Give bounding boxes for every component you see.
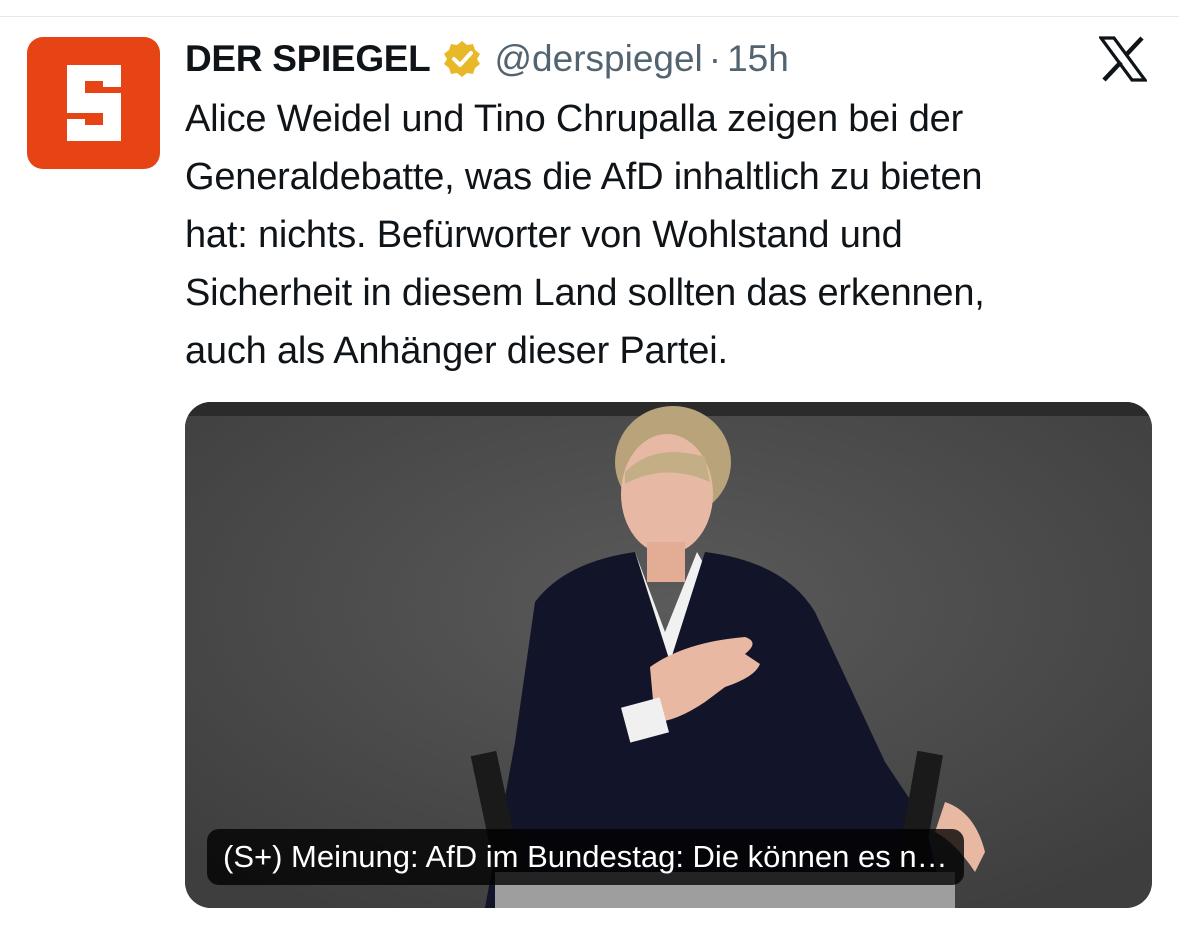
author-handle[interactable]: @derspiegel [494,38,702,80]
tweet-text-line: Generaldebatte, was die AfD inhaltlich z… [185,156,983,198]
link-card-caption: (S+) Meinung: AfD im Bundestag: Die könn… [207,829,964,885]
top-divider [0,16,1179,17]
tweet-header: DER SPIEGEL @derspiegel · 15h [185,32,789,86]
tweet-timestamp[interactable]: 15h [727,38,789,80]
tweet-text-line: Sicherheit in diesem Land sollten das er… [185,272,985,314]
x-logo-icon[interactable] [1099,36,1147,82]
tweet-text-line: Alice Weidel und Tino Chrupalla zeigen b… [185,98,964,140]
tweet-text-line: hat: nichts. Befürworter von Wohlstand u… [185,214,903,256]
meta-separator: · [708,38,722,79]
tweet-text: Alice Weidel und Tino Chrupalla zeigen b… [185,90,1165,380]
display-name[interactable]: DER SPIEGEL [185,38,431,80]
tweet-text-line: auch als Anhänger dieser Partei. [185,330,728,372]
avatar[interactable] [27,37,160,169]
verified-badge-icon [442,39,482,79]
spiegel-s-logo-icon [66,65,121,141]
link-card[interactable]: (S+) Meinung: AfD im Bundestag: Die könn… [185,402,1152,908]
